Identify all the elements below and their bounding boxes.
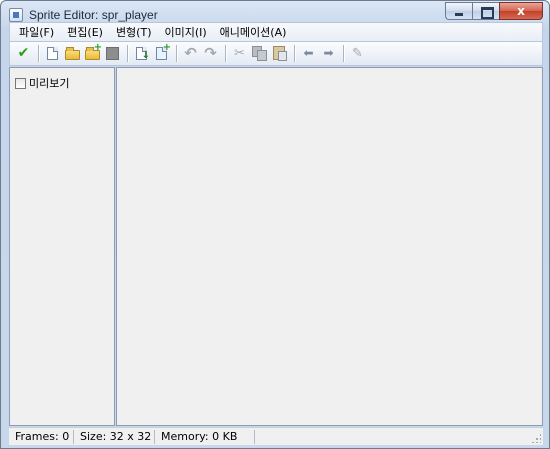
confirm-check-icon: ✔: [17, 45, 30, 61]
edit-image-button[interactable]: ✎: [348, 44, 367, 63]
toolbar-separator: [343, 45, 344, 62]
copy-button[interactable]: [250, 44, 269, 63]
new-file-icon: [47, 47, 58, 60]
paste-button[interactable]: [270, 44, 289, 63]
preview-checkbox[interactable]: [15, 77, 26, 89]
new-sprite-button[interactable]: [43, 44, 62, 63]
menu-image[interactable]: 이미지(I): [158, 24, 213, 40]
frame-canvas-area[interactable]: [116, 67, 543, 426]
left-panel: 미리보기: [9, 67, 115, 426]
pencil-icon: ✎: [352, 46, 363, 61]
preview-label: 미리보기: [29, 77, 70, 90]
status-frames: Frames: 0: [9, 429, 74, 444]
arrow-left-icon: ⬅: [303, 46, 314, 60]
paste-icon-sheet: [278, 51, 287, 61]
previous-frame-button[interactable]: ⬅: [299, 44, 318, 63]
maximize-button[interactable]: [472, 2, 499, 20]
undo-icon: ↶: [184, 44, 197, 62]
menu-animation[interactable]: 애니메이션(A): [214, 24, 294, 40]
status-size: Size: 32 x 32: [74, 429, 155, 444]
open-button[interactable]: [63, 44, 82, 63]
preview-toggle[interactable]: 미리보기: [15, 75, 69, 91]
open-folder-icon: [65, 47, 80, 60]
toolbar: ✔ + ↓ + ↶ ↷ ✂ ⬅ ➡ ✎: [9, 41, 543, 66]
arrow-right-icon: ➡: [323, 46, 334, 60]
menu-bar: 파일(F) 편집(E) 변형(T) 이미지(I) 애니메이션(A): [9, 22, 543, 41]
down-arrow-icon: ↓: [141, 50, 150, 61]
resize-grip[interactable]: [531, 433, 541, 443]
toolbar-separator: [225, 45, 226, 62]
cut-icon: ✂: [234, 46, 245, 61]
plus-icon: +: [162, 42, 171, 53]
window-title: Sprite Editor: spr_player: [29, 8, 158, 22]
menu-transform[interactable]: 변형(T): [110, 24, 159, 40]
plus-icon: +: [93, 42, 102, 53]
toolbar-separator: [176, 45, 177, 62]
caption-buttons: x: [445, 2, 543, 21]
cut-button[interactable]: ✂: [230, 44, 249, 63]
confirm-button[interactable]: ✔: [14, 44, 33, 63]
toolbar-separator: [294, 45, 295, 62]
close-icon: x: [517, 4, 525, 18]
menu-file[interactable]: 파일(F): [13, 24, 61, 40]
add-from-file-button[interactable]: +: [83, 42, 102, 63]
minimize-button[interactable]: [445, 2, 472, 20]
menu-edit[interactable]: 편집(E): [61, 24, 110, 40]
save-button[interactable]: [103, 44, 122, 63]
undo-button[interactable]: ↶: [181, 44, 200, 63]
import-button[interactable]: ↓: [132, 44, 151, 63]
copy-icon-back: [257, 50, 267, 61]
app-icon[interactable]: [9, 8, 23, 22]
status-bar: Frames: 0 Size: 32 x 32 Memory: 0 KB: [9, 427, 543, 445]
toolbar-separator: [127, 45, 128, 62]
sprite-editor-window: Sprite Editor: spr_player x 파일(F) 편집(E) …: [0, 0, 550, 449]
add-image-button[interactable]: +: [152, 42, 171, 63]
next-frame-button[interactable]: ➡: [319, 44, 338, 63]
redo-icon: ↷: [204, 44, 217, 62]
toolbar-separator: [38, 45, 39, 62]
close-button[interactable]: x: [499, 2, 543, 20]
redo-button[interactable]: ↷: [201, 44, 220, 63]
status-memory: Memory: 0 KB: [155, 429, 255, 444]
stop-square-icon: [106, 47, 119, 60]
